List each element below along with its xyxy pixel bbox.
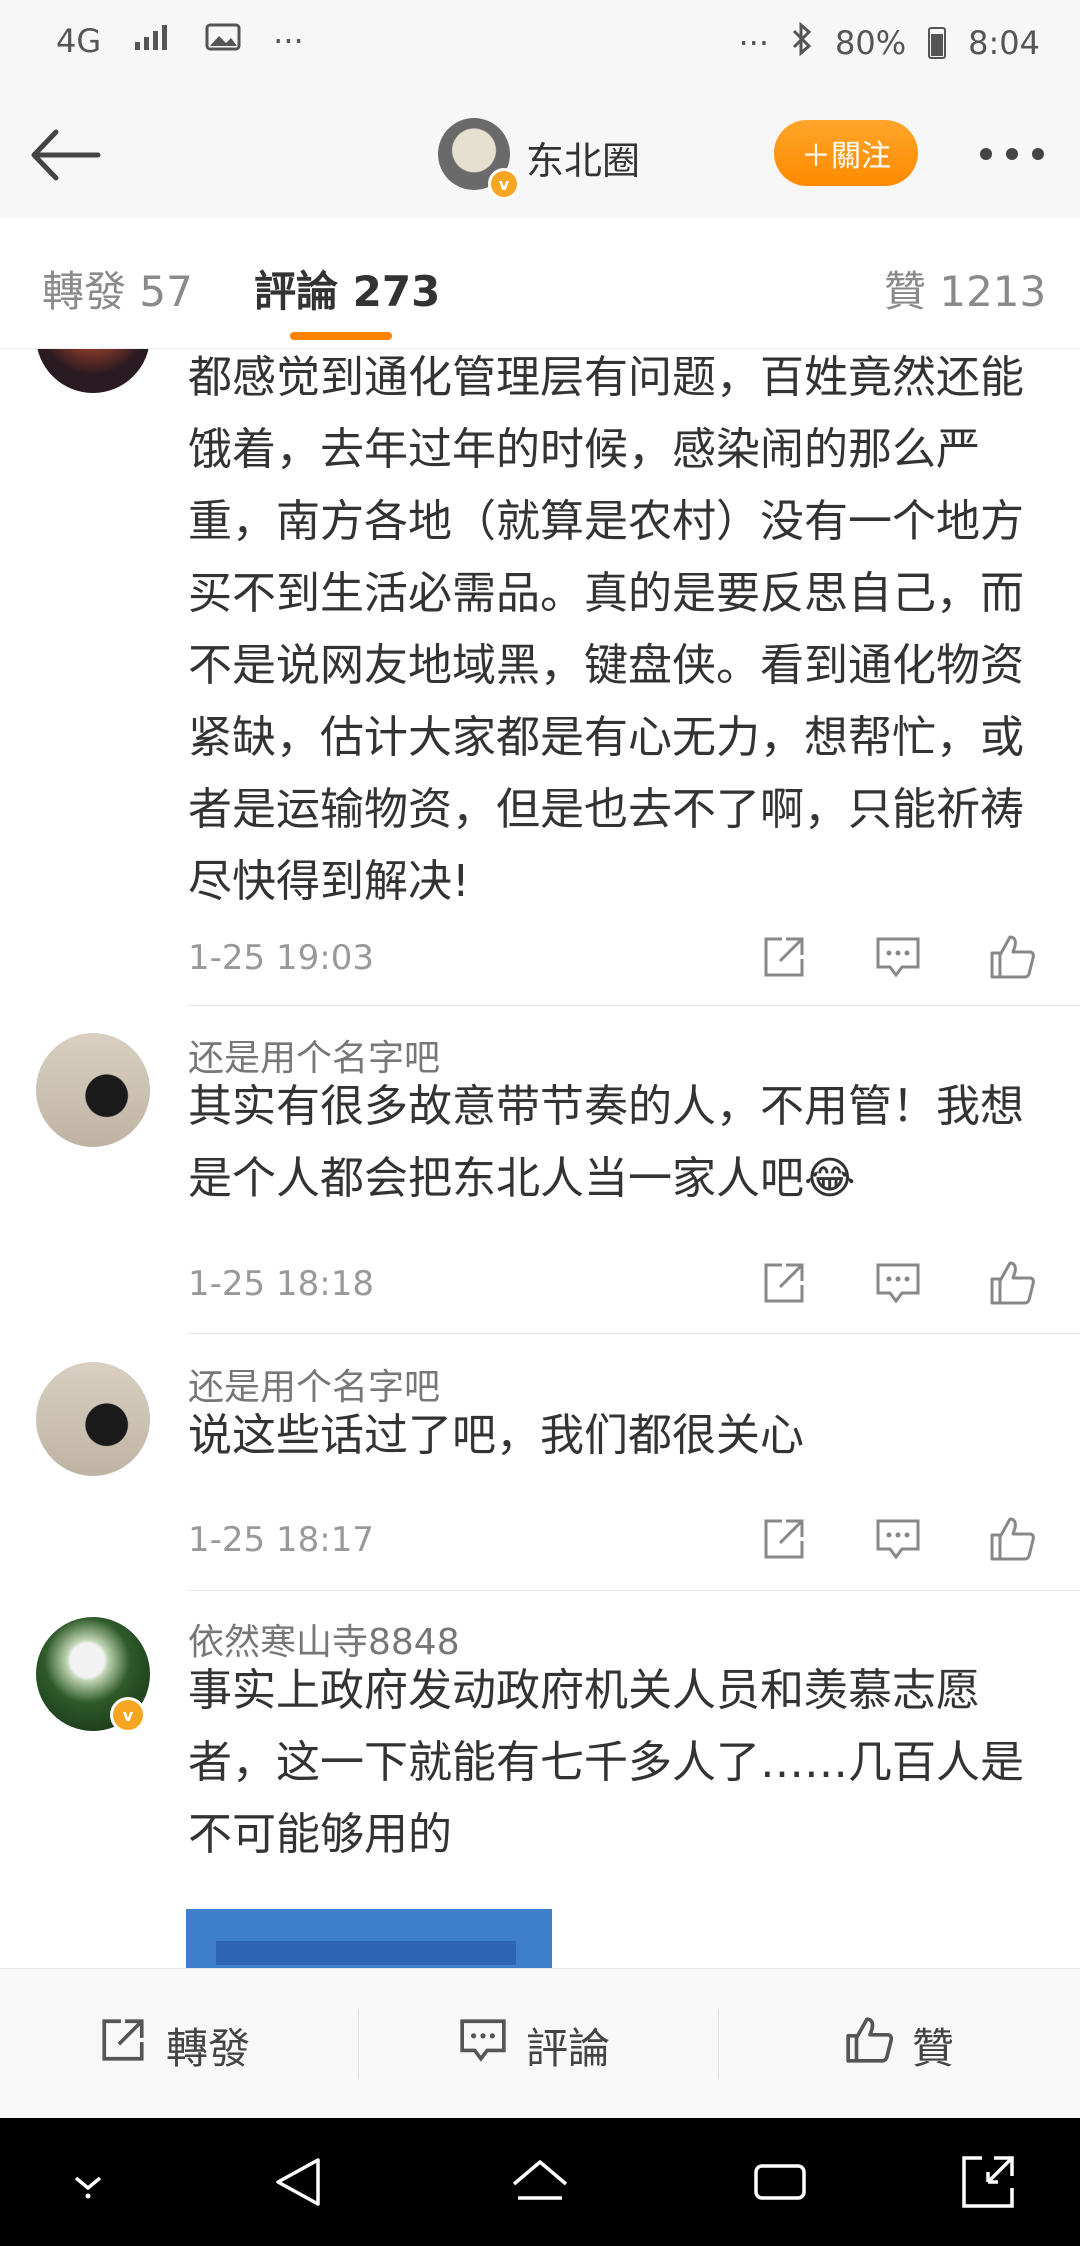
system-navigation-bar [0,2118,1080,2246]
comment-text: 其实有很多故意带节奏的人，不用管！我想是个人都会把东北人当一家人吧😂 [188,1081,1024,1204]
active-tab-indicator [290,332,392,340]
separator [718,2009,719,2079]
verified-badge-icon: v [110,1697,146,1733]
divider [188,1590,1080,1591]
like-icon[interactable] [988,1259,1036,1307]
like-label: 贊 [912,2023,955,2073]
page-title[interactable]: 东北圈 [526,130,640,185]
like-icon[interactable] [988,933,1036,981]
comment-actions [760,1259,1050,1309]
comment-actions [760,933,1050,983]
divider [188,1005,1080,1006]
comment-time: 1-25 18:18 [188,1264,374,1304]
reply-icon[interactable] [874,1515,922,1563]
clock: 8:04 [968,24,1040,62]
forward-icon[interactable] [760,1259,808,1307]
comment-avatar[interactable] [36,1362,150,1476]
verified-badge-icon: v [488,168,520,200]
top-app-bar: v 东北圈 ＋關注 [0,90,1080,219]
tab-comments[interactable]: 評論 273 [254,258,440,319]
divider [188,1333,1080,1334]
comment-avatar[interactable] [36,1033,150,1147]
comment-icon [458,2015,508,2075]
expand-icon[interactable] [958,2152,1018,2212]
more-options-icon[interactable] [980,148,1050,162]
network-indicator: 4G [56,22,102,60]
battery-icon [928,27,947,59]
chevron-down-icon[interactable] [58,2152,118,2212]
thumbnail-band [216,1941,516,1965]
repost-button[interactable]: 轉發 [98,2015,250,2075]
tab-bar: 轉發 57 評論 273 贊 1213 [0,218,1080,349]
home-icon[interactable] [510,2152,570,2212]
comment-avatar[interactable] [36,349,150,393]
comment-label: 評論 [526,2023,611,2073]
back-arrow-icon[interactable] [26,120,106,190]
separator [358,2009,359,2079]
comment-text: 说这些话过了吧，我们都很关心 [188,1410,804,1461]
like-button[interactable]: 贊 [844,2015,954,2075]
comment-time: 1-25 18:17 [188,1520,374,1560]
comment-text: 事实上政府发动政府机关人员和羡慕志愿者，这一下就能有七千多人了……几百人是不可能… [188,1665,1024,1860]
back-triangle-icon[interactable] [270,2152,330,2212]
reply-icon[interactable] [874,1259,922,1307]
comment-button[interactable]: 評論 [458,2015,610,2075]
repost-icon [98,2015,148,2075]
signal-icon [133,22,173,60]
comment-time: 1-25 19:03 [188,938,374,978]
more-status: ··· [738,24,770,62]
bottom-action-bar: 轉發 評論 贊 [0,1968,1080,2119]
comment-actions [760,1515,1050,1565]
recent-apps-icon[interactable] [750,2152,810,2212]
reply-icon[interactable] [874,933,922,981]
tab-likes[interactable]: 贊 1213 [884,258,1046,319]
comment-text: 都感觉到通化管理层有问题，百姓竟然还能饿着，去年过年的时候，感染闹的那么严重，南… [188,352,1024,907]
bluetooth-icon [791,21,813,64]
battery-percent: 80% [835,24,907,62]
more-notifications: ··· [273,22,304,60]
tab-reposts[interactable]: 轉發 57 [42,258,193,319]
comment-list[interactable]: 都感觉到通化管理层有问题，百姓竟然还能饿着，去年过年的时候，感染闹的那么严重，南… [0,349,1080,1969]
like-icon[interactable] [988,1515,1036,1563]
status-bar: 4G ··· ··· 80% 8:04 [0,0,1080,90]
forward-icon[interactable] [760,1515,808,1563]
repost-label: 轉發 [166,2023,251,2073]
follow-button[interactable]: ＋關注 [774,120,918,186]
forward-icon[interactable] [760,933,808,981]
comment-image-thumbnail[interactable] [186,1909,552,1969]
gallery-icon [205,22,241,60]
thumbs-up-icon [844,2015,894,2075]
